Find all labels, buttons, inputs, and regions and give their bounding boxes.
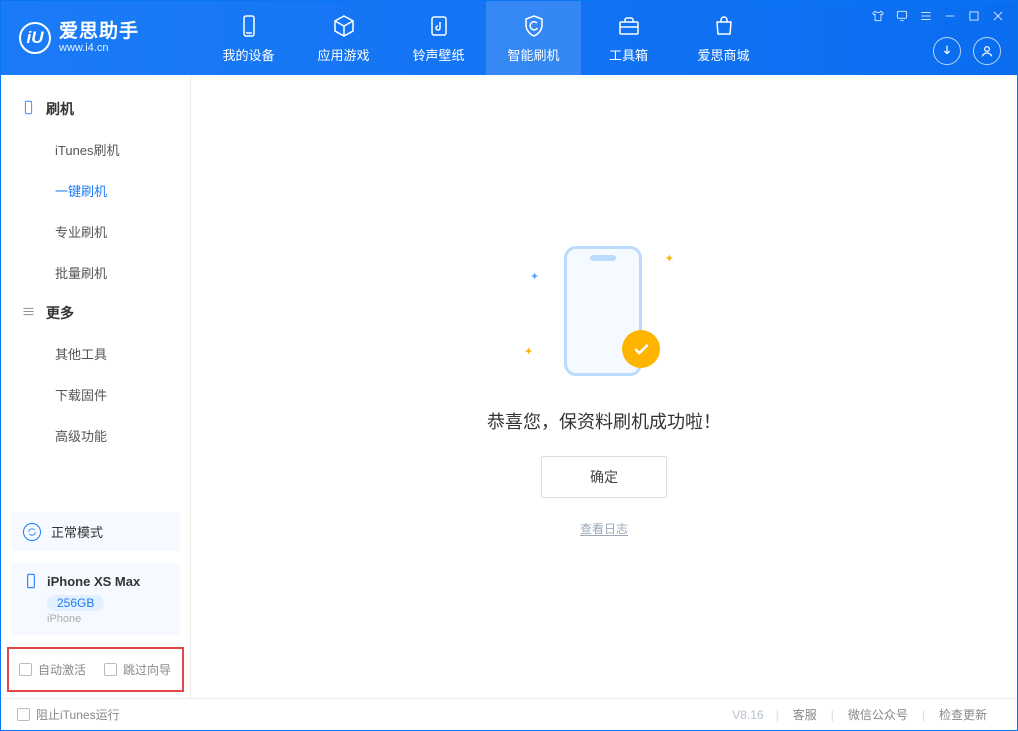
menu-icon[interactable] (919, 9, 933, 23)
list-icon (21, 304, 36, 322)
checkbox-icon (19, 663, 32, 676)
tab-label: 爱思商城 (697, 45, 749, 64)
success-illustration: ✦ ✦ ✦ (514, 236, 694, 386)
checkbox-skip-guide[interactable]: 跳过向导 (104, 661, 171, 678)
checkmark-badge-icon (622, 330, 660, 368)
shield-refresh-icon (521, 13, 547, 39)
logo-text: 爱思助手 www.i4.cn (59, 22, 139, 55)
shopping-bag-icon (711, 13, 737, 39)
tab-label: 铃声壁纸 (412, 45, 464, 64)
section-title: 更多 (46, 303, 74, 323)
close-icon[interactable] (991, 9, 1005, 23)
ok-button[interactable]: 确定 (541, 456, 667, 498)
sidebar-item-pro-flash[interactable]: 专业刷机 (1, 211, 190, 252)
checkbox-label: 自动激活 (38, 661, 86, 678)
checkbox-icon (104, 663, 117, 676)
sparkle-icon: ✦ (524, 345, 533, 358)
refresh-icon (23, 523, 41, 541)
link-service[interactable]: 客服 (779, 706, 831, 723)
sparkle-icon: ✦ (530, 270, 539, 283)
device-type: iPhone (47, 613, 168, 625)
sidebar-item-other-tools[interactable]: 其他工具 (1, 333, 190, 374)
device-icon (236, 13, 262, 39)
app-name: 爱思助手 (59, 22, 139, 43)
tab-label: 智能刷机 (507, 45, 559, 64)
success-message: 恭喜您，保资料刷机成功啦！ (487, 408, 721, 434)
tab-ringtones-wallpapers[interactable]: 铃声壁纸 (391, 1, 486, 75)
checkbox-block-itunes[interactable]: 阻止iTunes运行 (17, 706, 120, 723)
tab-apps-games[interactable]: 应用游戏 (296, 1, 391, 75)
checkbox-auto-activate[interactable]: 自动激活 (19, 661, 86, 678)
main-tabs: 我的设备 应用游戏 铃声壁纸 智能刷机 工具箱 爱思商城 (201, 1, 771, 75)
titlebar-circle-buttons (933, 37, 1001, 65)
sidebar-item-batch-flash[interactable]: 批量刷机 (1, 252, 190, 293)
user-button[interactable] (973, 37, 1001, 65)
checkbox-label: 阻止iTunes运行 (36, 706, 120, 723)
tab-my-device[interactable]: 我的设备 (201, 1, 296, 75)
sidebar-item-oneclick-flash[interactable]: 一键刷机 (1, 170, 190, 211)
tab-label: 工具箱 (609, 45, 648, 64)
tab-store[interactable]: 爱思商城 (676, 1, 771, 75)
link-wechat[interactable]: 微信公众号 (834, 706, 922, 723)
app-url: www.i4.cn (59, 42, 139, 54)
sparkle-icon: ✦ (665, 252, 674, 265)
link-check-update[interactable]: 检查更新 (925, 706, 1001, 723)
sidebar-item-itunes-flash[interactable]: iTunes刷机 (1, 129, 190, 170)
section-title: 刷机 (46, 99, 74, 119)
checkbox-icon (17, 708, 30, 721)
window-controls (871, 9, 1005, 23)
toolbox-icon (616, 13, 642, 39)
maximize-icon[interactable] (967, 9, 981, 23)
section-more: 更多 (1, 293, 190, 333)
view-log-link[interactable]: 查看日志 (580, 520, 628, 537)
logo-icon: iU (19, 22, 51, 54)
tab-smart-flash[interactable]: 智能刷机 (486, 1, 581, 75)
bottom-options-highlight: 自动激活 跳过向导 (7, 647, 184, 692)
main-content: ✦ ✦ ✦ 恭喜您，保资料刷机成功啦！ 确定 查看日志 (191, 75, 1017, 698)
device-name: iPhone XS Max (47, 574, 140, 589)
sidebar: 刷机 iTunes刷机 一键刷机 专业刷机 批量刷机 更多 其他工具 下载固件 … (1, 75, 191, 698)
logo-area: iU 爱思助手 www.i4.cn (1, 22, 201, 55)
body: 刷机 iTunes刷机 一键刷机 专业刷机 批量刷机 更多 其他工具 下载固件 … (1, 75, 1017, 698)
checkbox-label: 跳过向导 (123, 661, 171, 678)
cube-icon (331, 13, 357, 39)
device-card[interactable]: iPhone XS Max 256GB iPhone (11, 563, 180, 635)
version-label: V8.16 (732, 708, 763, 722)
tab-label: 应用游戏 (317, 45, 369, 64)
tab-toolbox[interactable]: 工具箱 (581, 1, 676, 75)
titlebar: iU 爱思助手 www.i4.cn 我的设备 应用游戏 铃声壁纸 智能刷机 (1, 1, 1017, 75)
minimize-icon[interactable] (943, 9, 957, 23)
device-storage-badge: 256GB (47, 595, 104, 611)
sidebar-nav: 刷机 iTunes刷机 一键刷机 专业刷机 批量刷机 更多 其他工具 下载固件 … (1, 75, 190, 506)
phone-icon (21, 100, 36, 118)
download-button[interactable] (933, 37, 961, 65)
mode-label: 正常模式 (51, 522, 103, 541)
sidebar-item-download-firmware[interactable]: 下载固件 (1, 374, 190, 415)
tab-label: 我的设备 (222, 45, 274, 64)
mode-card[interactable]: 正常模式 (11, 512, 180, 551)
feedback-icon[interactable] (895, 9, 909, 23)
section-flash: 刷机 (1, 89, 190, 129)
music-file-icon (426, 13, 452, 39)
shirt-icon[interactable] (871, 9, 885, 23)
app-window: iU 爱思助手 www.i4.cn 我的设备 应用游戏 铃声壁纸 智能刷机 (0, 0, 1018, 731)
sidebar-item-advanced[interactable]: 高级功能 (1, 415, 190, 456)
device-phone-icon (23, 573, 39, 589)
statusbar: 阻止iTunes运行 V8.16 | 客服 | 微信公众号 | 检查更新 (1, 698, 1017, 730)
